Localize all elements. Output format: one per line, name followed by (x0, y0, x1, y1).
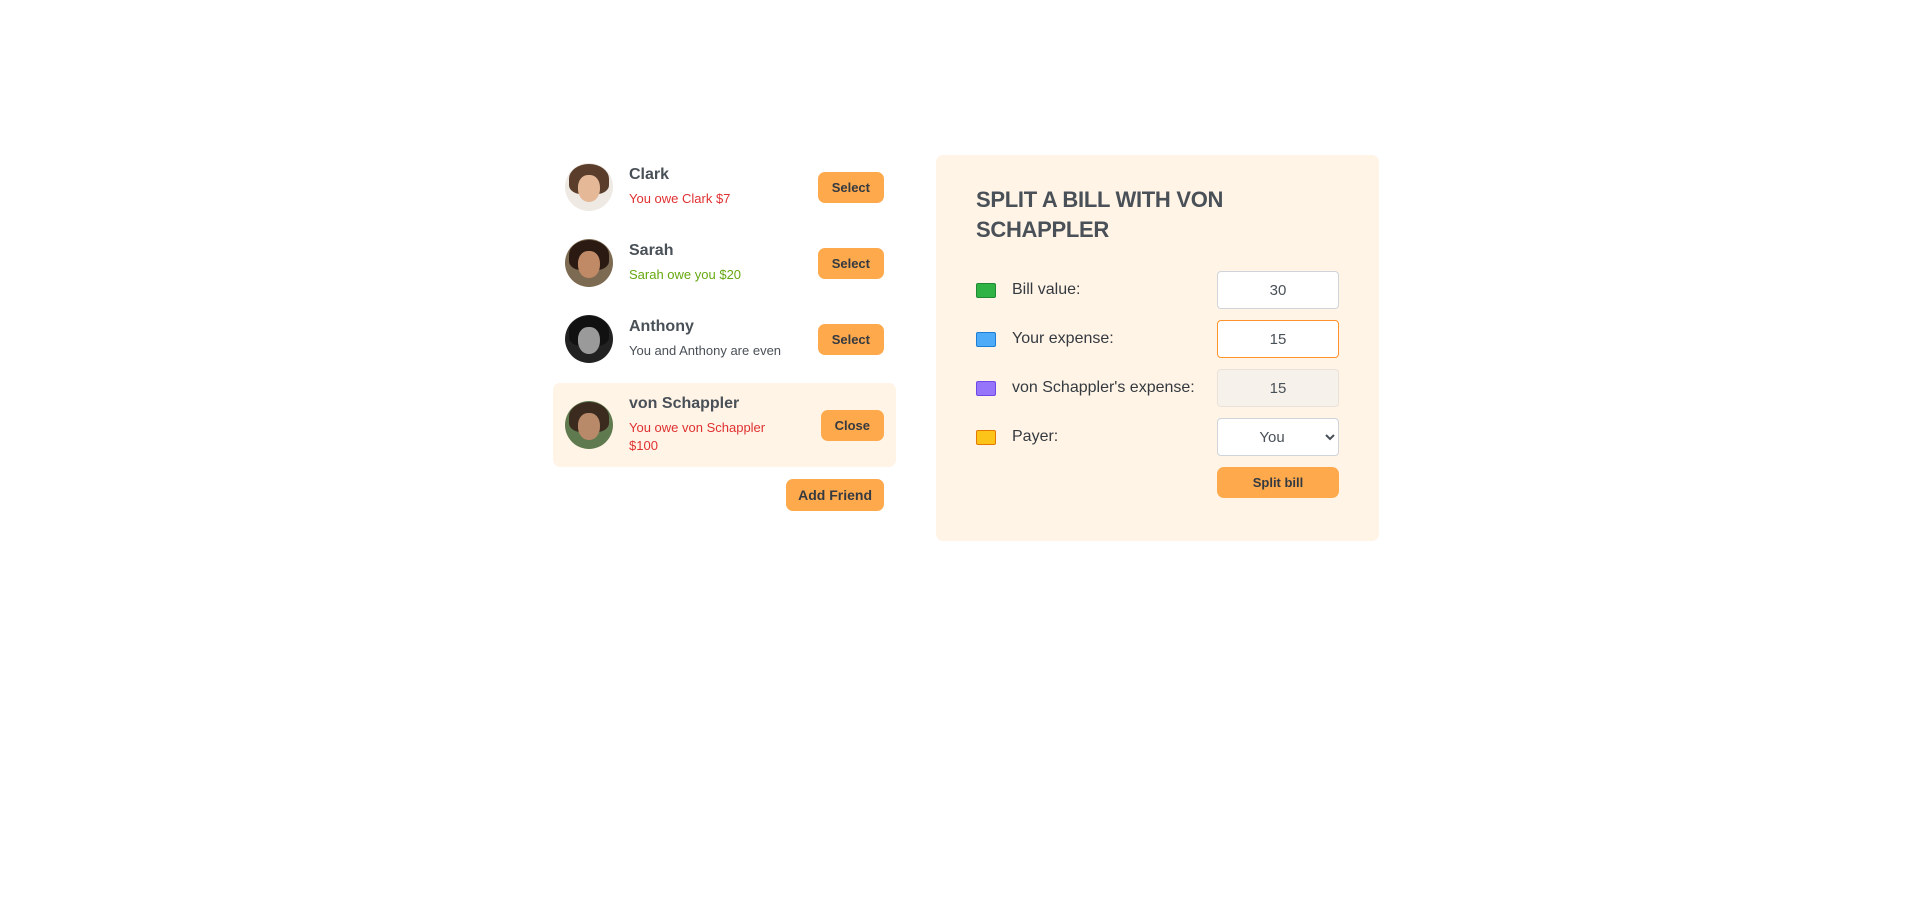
friend-balance: Sarah owe you $20 (629, 267, 742, 282)
avatar (565, 315, 613, 363)
payer-select[interactable]: You (1217, 418, 1339, 456)
money-blue-icon (976, 331, 996, 347)
friend-item-sarah: Sarah Sarah owe you $20 Select (553, 231, 896, 295)
friend-info: Clark You owe Clark $7 (629, 166, 818, 208)
friend-item-anthony: Anthony You and Anthony are even Select (553, 307, 896, 371)
friend-expense-input (1217, 369, 1339, 407)
your-expense-input[interactable] (1217, 320, 1339, 358)
friend-balance: You owe Clark $7 (629, 191, 731, 206)
your-expense-label: Your expense: (976, 330, 1114, 348)
select-button[interactable]: Select (817, 323, 884, 355)
money-green-icon (976, 282, 996, 298)
bill-value-input[interactable] (1217, 271, 1339, 309)
split-bill-button[interactable]: Split bill (1217, 467, 1339, 498)
select-button[interactable]: Select (817, 247, 884, 279)
friend-info: von Schappler You owe von Schappler $100 (629, 395, 821, 455)
form-title: SPLIT A BILL WITH VON SCHAPPLER (976, 187, 1224, 242)
payer-row: Payer: You (976, 418, 1339, 456)
avatar (565, 163, 613, 211)
friend-balance: You owe von Schappler $100 (629, 420, 766, 453)
friend-name: Clark (629, 166, 670, 183)
payer-label-text: Payer: (1012, 428, 1059, 445)
friend-name: von Schappler (629, 395, 740, 412)
your-expense-label-text: Your expense: (1012, 330, 1114, 347)
friend-name: Anthony (629, 318, 694, 335)
select-button[interactable]: Select (817, 171, 884, 203)
friend-expense-row: von Schappler's expense: (976, 369, 1339, 407)
bill-value-label-text: Bill value: (1012, 281, 1081, 298)
friend-info: Anthony You and Anthony are even (629, 318, 818, 360)
avatar (565, 401, 613, 449)
friends-list: Clark You owe Clark $7 Select Sarah Sara… (553, 155, 896, 467)
close-button[interactable]: Close (820, 409, 884, 441)
your-expense-row: Your expense: (976, 320, 1339, 358)
friend-info: Sarah Sarah owe you $20 (629, 242, 818, 284)
friend-expense-label: von Schappler's expense: (976, 379, 1195, 397)
friend-expense-label-text: von Schappler's expense: (1012, 379, 1195, 396)
app: Clark You owe Clark $7 Select Sarah Sara… (553, 155, 1379, 541)
bill-value-label: Bill value: (976, 281, 1080, 299)
friend-name: Sarah (629, 242, 674, 259)
money-purple-icon (976, 380, 996, 396)
split-bill-form: SPLIT A BILL WITH VON SCHAPPLER Bill val… (936, 155, 1379, 541)
payer-label: Payer: (976, 428, 1058, 446)
split-row: Split bill (976, 467, 1339, 498)
friend-balance: You and Anthony are even (629, 343, 782, 358)
friend-item-von-schappler: von Schappler You owe von Schappler $100… (553, 383, 896, 467)
add-friend-button[interactable]: Add Friend (786, 479, 884, 511)
add-friend-row: Add Friend (553, 479, 896, 511)
bill-value-row: Bill value: (976, 271, 1339, 309)
avatar (565, 239, 613, 287)
friend-item-clark: Clark You owe Clark $7 Select (553, 155, 896, 219)
money-yellow-icon (976, 429, 996, 445)
sidebar: Clark You owe Clark $7 Select Sarah Sara… (553, 155, 896, 511)
